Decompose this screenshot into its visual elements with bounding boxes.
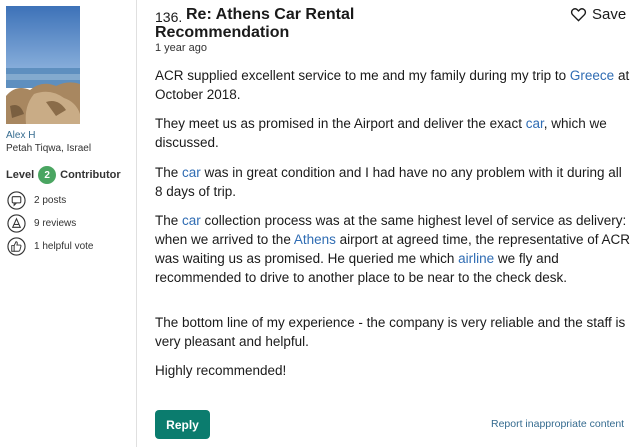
- reviews-stat: 9 reviews: [7, 214, 76, 233]
- paragraph-4: The car collection process was at the sa…: [155, 213, 631, 285]
- save-label: Save: [592, 6, 627, 23]
- level-label: Level: [6, 169, 35, 181]
- keyword-link-airline[interactable]: airline: [458, 251, 494, 266]
- review-title-line-1[interactable]: Re: Athens Car Rental: [186, 6, 436, 24]
- review-date: 1 year ago: [155, 42, 207, 54]
- speech-bubble-icon: [7, 191, 26, 210]
- keyword-link-car[interactable]: car: [182, 165, 201, 180]
- heart-icon: [570, 8, 587, 22]
- report-inappropriate-link[interactable]: Report inappropriate content: [491, 418, 624, 430]
- paragraph-2: They meet us as promised in the Airport …: [155, 116, 607, 150]
- helpful-votes-count: 1 helpful vote: [34, 241, 94, 252]
- save-button[interactable]: Save: [570, 6, 626, 23]
- avatar[interactable]: [6, 6, 80, 124]
- posts-stat: 2 posts: [7, 191, 66, 210]
- paragraph-1: ACR supplied excellent service to me and…: [155, 68, 630, 102]
- thumbs-up-icon: [7, 237, 26, 256]
- paragraph-3: The car was in great condition and I had…: [155, 165, 622, 199]
- review-pen-icon: [7, 214, 26, 233]
- reply-button[interactable]: Reply: [155, 410, 210, 439]
- reviews-count: 9 reviews: [34, 218, 77, 229]
- reviewer-location: Petah Tiqwa, Israel: [6, 143, 92, 154]
- review-number: 136.: [155, 9, 183, 25]
- reviewer-level: Level 2 Contributor: [6, 166, 121, 184]
- keyword-link-car[interactable]: car: [182, 213, 201, 228]
- keyword-link-greece[interactable]: Greece: [570, 68, 614, 83]
- column-divider: [136, 0, 137, 447]
- keyword-link-car[interactable]: car: [526, 116, 544, 131]
- helpful-votes-stat: 1 helpful vote: [7, 237, 94, 256]
- paragraph-6: Highly recommended!: [155, 363, 287, 378]
- posts-count: 2 posts: [34, 195, 67, 206]
- paragraph-5: The bottom line of my experience - the c…: [155, 315, 626, 349]
- reviewer-name[interactable]: Alex H: [6, 130, 35, 141]
- keyword-link-athens[interactable]: Athens: [294, 232, 336, 247]
- level-title: Contributor: [60, 169, 121, 181]
- review-title-line-2[interactable]: Recommendation: [155, 24, 405, 42]
- level-badge: 2: [38, 166, 57, 184]
